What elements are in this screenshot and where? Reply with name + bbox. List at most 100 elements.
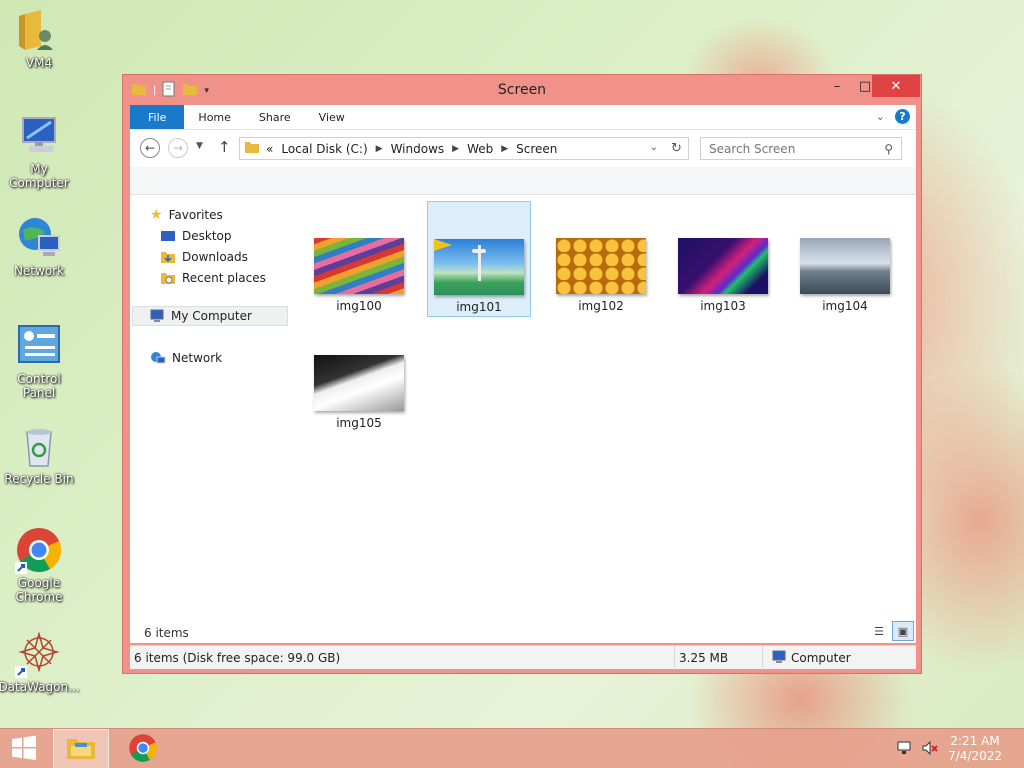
control-panel-icon bbox=[15, 322, 63, 370]
nav-downloads[interactable]: Downloads bbox=[160, 247, 248, 267]
image-thumbnail bbox=[800, 238, 890, 294]
explorer-content: ★ Favorites Desktop Downloads Recent pla… bbox=[130, 195, 916, 643]
forward-button[interactable]: → bbox=[168, 138, 188, 158]
desktop-icon-label: My Computer bbox=[9, 162, 69, 190]
chevron-right-icon[interactable]: ▶ bbox=[376, 144, 383, 154]
tab-view[interactable]: View bbox=[305, 105, 359, 129]
desktop-icon-label: Recycle Bin bbox=[4, 472, 74, 486]
desktop-icon-vm4[interactable]: VM4 bbox=[2, 6, 76, 70]
desktop-icon-chrome[interactable]: Google Chrome bbox=[2, 526, 76, 604]
system-clock[interactable]: 2:21 AM 7/4/2022 bbox=[948, 734, 1002, 764]
computer-icon bbox=[149, 309, 165, 323]
image-thumbnail bbox=[314, 355, 404, 411]
breadcrumb-local-disk[interactable]: Local Disk (C:) bbox=[281, 142, 367, 156]
arrow-left-icon: ← bbox=[144, 141, 156, 155]
back-button[interactable]: ← bbox=[140, 138, 160, 158]
desktop-icon-label: Google Chrome bbox=[15, 576, 63, 604]
nav-label: My Computer bbox=[171, 309, 252, 323]
nav-favorites[interactable]: ★ Favorites bbox=[150, 205, 223, 225]
datawagon-icon bbox=[15, 630, 63, 678]
view-switcher: ☰ ▣ bbox=[868, 621, 914, 641]
tab-home[interactable]: Home bbox=[184, 105, 244, 129]
network-status-icon[interactable] bbox=[897, 741, 913, 759]
desktop-icon-label: Network bbox=[13, 264, 65, 278]
desktop-icon-my-computer[interactable]: My Computer bbox=[2, 112, 76, 190]
nav-label: Favorites bbox=[168, 208, 223, 222]
volume-muted-icon[interactable] bbox=[922, 740, 938, 759]
navigation-pane: ★ Favorites Desktop Downloads Recent pla… bbox=[130, 195, 290, 643]
ribbon-tabs: File Home Share View ⌄ ? bbox=[130, 105, 916, 129]
status-location-cell: Computer bbox=[762, 646, 916, 670]
file-item-img105[interactable]: img105 bbox=[307, 318, 411, 434]
ribbon-right-controls: ⌄ ? bbox=[876, 109, 910, 124]
search-icon[interactable]: ⚲ bbox=[884, 142, 893, 156]
taskbar: 2:21 AM 7/4/2022 bbox=[0, 728, 1024, 768]
search-input[interactable] bbox=[701, 141, 871, 156]
desktop-icon-label: Control Panel bbox=[17, 372, 61, 400]
file-name: img105 bbox=[336, 416, 382, 430]
details-view-icon[interactable]: ☰ bbox=[868, 621, 890, 641]
chevron-right-icon[interactable]: ▶ bbox=[501, 144, 508, 154]
navigation-bar: ← → ▼ ↑ « Local Disk (C:) ▶ Windows ▶ We… bbox=[130, 129, 916, 167]
expand-ribbon-icon[interactable]: ⌄ bbox=[876, 110, 885, 123]
file-explorer-icon bbox=[65, 734, 97, 765]
taskbar-file-explorer[interactable] bbox=[53, 729, 109, 768]
tab-share[interactable]: Share bbox=[245, 105, 305, 129]
desktop-icon-label: VM4 bbox=[25, 56, 53, 70]
address-bar[interactable]: « Local Disk (C:) ▶ Windows ▶ Web ▶ Scre… bbox=[239, 137, 689, 160]
recycle-bin-icon bbox=[15, 422, 63, 470]
explorer-window: | ▾ Screen – □ ✕ File Home Share View ⌄ … bbox=[122, 74, 922, 674]
image-thumbnail bbox=[434, 239, 524, 295]
image-thumbnail bbox=[678, 238, 768, 294]
item-count: 6 items bbox=[144, 626, 189, 640]
nav-label: Desktop bbox=[182, 229, 232, 243]
breadcrumb-windows[interactable]: Windows bbox=[391, 142, 445, 156]
nav-label: Recent places bbox=[182, 271, 266, 285]
breadcrumb-web[interactable]: Web bbox=[467, 142, 493, 156]
arrow-up-icon: ↑ bbox=[218, 138, 231, 156]
file-item-img104[interactable]: img104 bbox=[793, 201, 897, 317]
windows-logo-icon bbox=[10, 734, 38, 765]
file-item-img101[interactable]: img101 bbox=[427, 201, 531, 317]
help-icon[interactable]: ? bbox=[895, 109, 910, 124]
large-icons-view-icon[interactable]: ▣ bbox=[892, 621, 914, 641]
desktop-icon-control-panel[interactable]: Control Panel bbox=[2, 322, 76, 400]
desktop-icon-recycle-bin[interactable]: Recycle Bin bbox=[2, 422, 76, 486]
search-box: ⚲ bbox=[700, 137, 902, 160]
nav-desktop[interactable]: Desktop bbox=[160, 226, 232, 246]
breadcrumb-screen[interactable]: Screen bbox=[516, 142, 557, 156]
file-item-img100[interactable]: img100 bbox=[307, 201, 411, 317]
status-bar: 6 items (Disk free space: 99.0 GB) 3.25 … bbox=[130, 645, 916, 670]
address-dropdown-icon[interactable]: ⌄ bbox=[650, 142, 658, 153]
file-item-img102[interactable]: img102 bbox=[549, 201, 653, 317]
network-icon bbox=[150, 351, 166, 365]
ribbon-collapsed-area bbox=[130, 167, 916, 195]
network-icon bbox=[15, 214, 63, 262]
status-location: Computer bbox=[791, 651, 851, 665]
refresh-button[interactable]: ↻ bbox=[665, 137, 689, 160]
close-button[interactable]: ✕ bbox=[872, 75, 920, 97]
desktop-icon-datawagon[interactable]: DataWagon... bbox=[0, 630, 80, 694]
up-button[interactable]: ↑ bbox=[218, 138, 231, 156]
nav-recent-places[interactable]: Recent places bbox=[160, 268, 266, 288]
breadcrumb-overflow[interactable]: « bbox=[266, 142, 273, 156]
recent-places-icon bbox=[160, 271, 176, 285]
nav-network[interactable]: Network bbox=[150, 348, 222, 368]
folder-icon bbox=[244, 140, 260, 157]
tab-file[interactable]: File bbox=[130, 105, 185, 129]
desktop-icon-network[interactable]: Network bbox=[2, 214, 76, 278]
title-bar[interactable]: | ▾ Screen – □ ✕ bbox=[123, 75, 921, 105]
file-item-img103[interactable]: img103 bbox=[671, 201, 775, 317]
start-button[interactable] bbox=[0, 729, 48, 768]
chevron-right-icon[interactable]: ▶ bbox=[452, 144, 459, 154]
taskbar-chrome[interactable] bbox=[115, 729, 171, 768]
nav-label: Network bbox=[172, 351, 223, 365]
file-name: img103 bbox=[700, 299, 746, 313]
window-title: Screen bbox=[497, 82, 547, 98]
file-name: img100 bbox=[336, 299, 382, 313]
minimize-button[interactable]: – bbox=[823, 75, 851, 97]
file-name: img101 bbox=[456, 300, 502, 314]
nav-my-computer[interactable]: My Computer bbox=[132, 306, 288, 326]
recent-locations-dropdown[interactable]: ▼ bbox=[196, 141, 203, 151]
computer-icon bbox=[15, 112, 63, 160]
